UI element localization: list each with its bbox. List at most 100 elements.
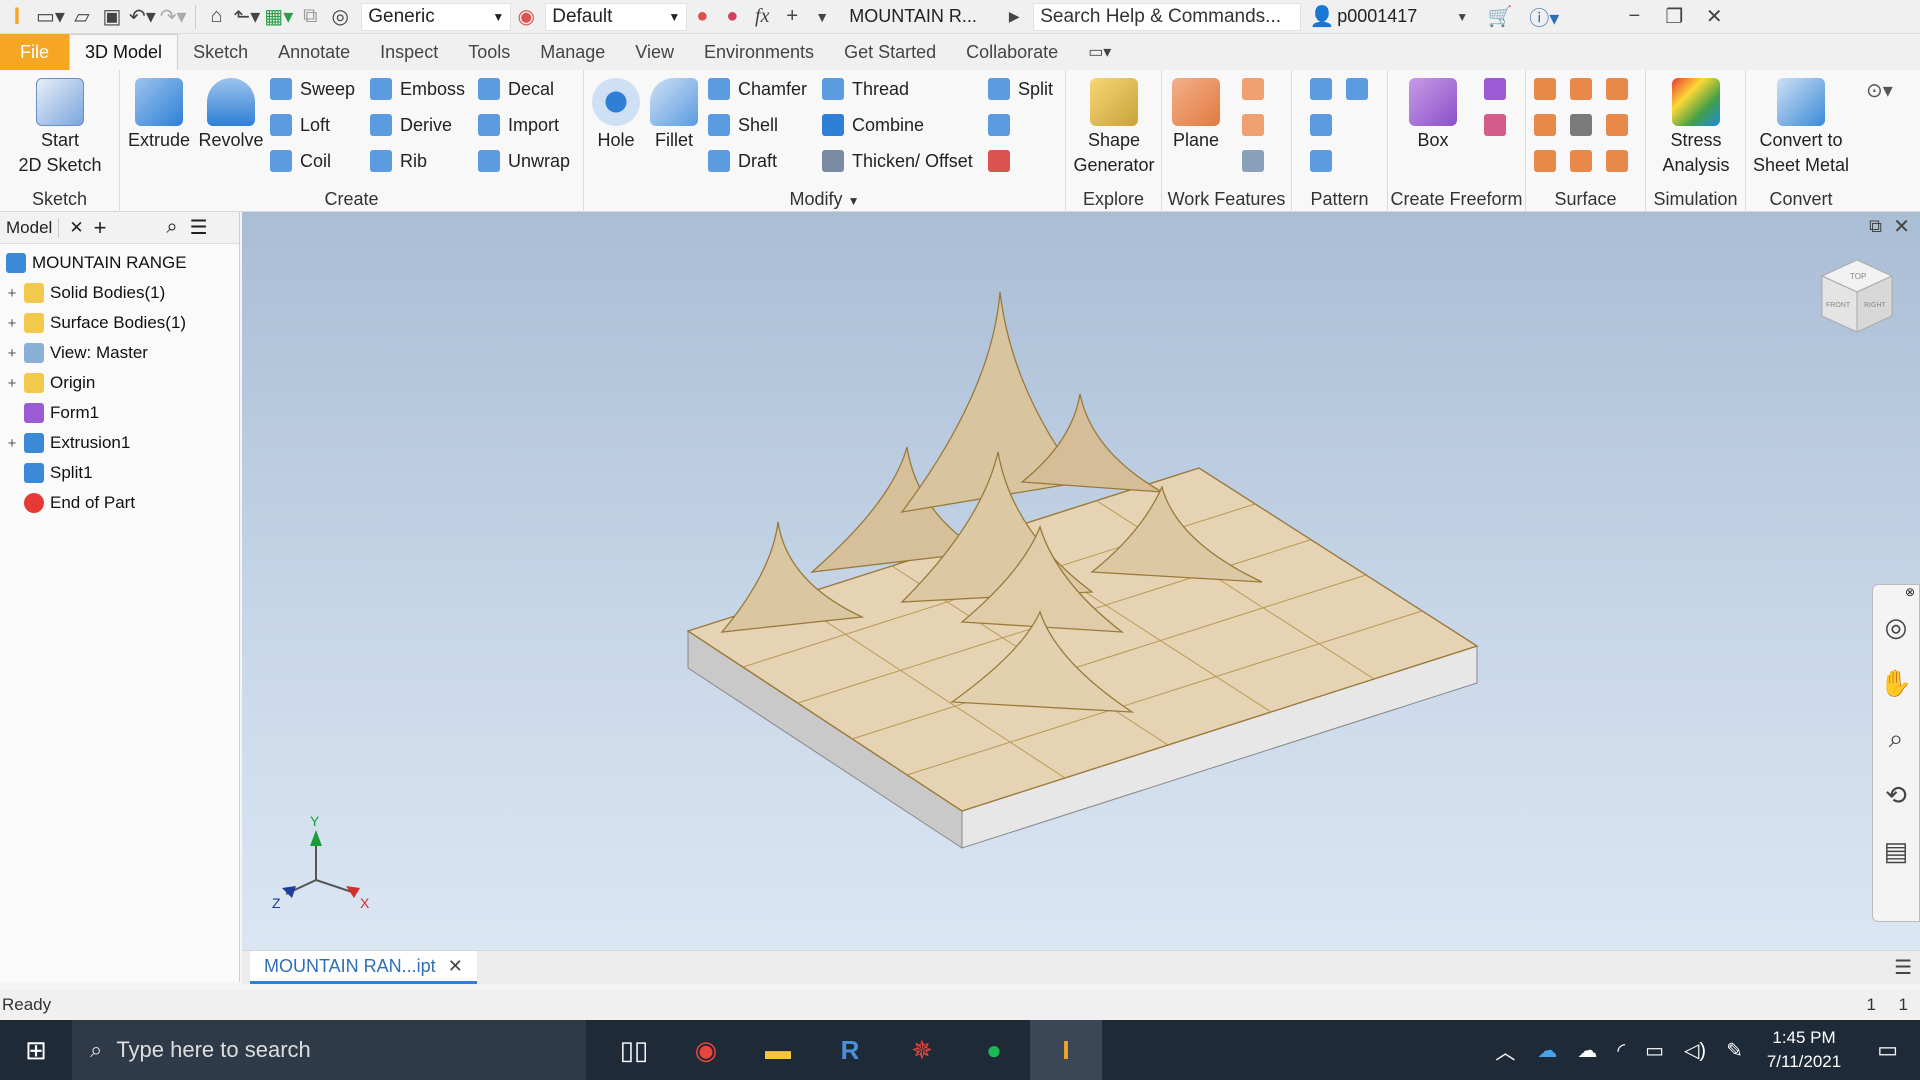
adaptive-icon[interactable]: ⧉ (297, 2, 323, 32)
browser-tab-model[interactable]: Model (0, 217, 60, 238)
search-icon[interactable]: ⌕ (166, 216, 177, 239)
tab-view[interactable]: View (620, 34, 689, 70)
tray-chevron-icon[interactable]: ︿ (1483, 1036, 1527, 1065)
combine-button[interactable]: Combine (822, 110, 924, 140)
menu-icon[interactable]: ☰ (190, 215, 208, 240)
plane-button[interactable]: Plane (1166, 74, 1226, 153)
user-name[interactable]: p0001417 (1337, 6, 1447, 27)
hole-button[interactable]: Hole (588, 74, 644, 153)
tree-node-solid-bodies[interactable]: + Solid Bodies(1) (6, 278, 165, 308)
emboss-button[interactable]: Emboss (370, 74, 465, 104)
navbar-close-icon[interactable]: ⊗ (1873, 585, 1919, 599)
thicken-offset-button[interactable]: Thicken/ Offset (822, 146, 973, 176)
freeform-face-button[interactable] (1484, 74, 1514, 104)
web-app-icon[interactable]: ✵ (886, 1020, 958, 1080)
windows-start-icon[interactable]: ⊞ (0, 1020, 72, 1080)
material-ball-icon[interactable]: ◎ (327, 2, 353, 32)
point-button[interactable] (1242, 110, 1272, 140)
shell-button[interactable]: Shell (708, 110, 778, 140)
loft-button[interactable]: Loft (270, 110, 330, 140)
battery-icon[interactable]: ▭ (1635, 1038, 1674, 1063)
split-button[interactable]: Split (988, 74, 1053, 104)
extend-button[interactable] (1606, 110, 1636, 140)
rib-button[interactable]: Rib (370, 146, 427, 176)
tab-file[interactable]: File (0, 34, 70, 70)
arrow-right-icon[interactable]: ▶ (1001, 2, 1027, 32)
volume-icon[interactable]: ◁) (1674, 1038, 1716, 1063)
close-icon[interactable]: ✕ (69, 218, 83, 238)
stitch-button[interactable] (1534, 74, 1564, 104)
pen-icon[interactable]: ✎ (1716, 1038, 1753, 1063)
user-icon[interactable]: 👤 (1309, 2, 1335, 32)
tab-annotate[interactable]: Annotate (263, 34, 365, 70)
restore-icon[interactable]: ❐ (1661, 2, 1687, 32)
wifi-icon[interactable]: ◜ (1607, 1038, 1635, 1063)
close-icon[interactable]: ✕ (1701, 2, 1727, 32)
repair-button[interactable] (1606, 146, 1636, 176)
sculpt-button[interactable] (1570, 74, 1600, 104)
start-sketch-button[interactable]: Start 2D Sketch (10, 74, 110, 178)
unwrap-button[interactable]: Unwrap (478, 146, 570, 176)
ruled-surface-button[interactable] (1534, 146, 1564, 176)
chamfer-button[interactable]: Chamfer (708, 74, 807, 104)
document-tab[interactable]: MOUNTAIN RAN...ipt ✕ (250, 951, 477, 984)
file-explorer-icon[interactable]: ▬ (742, 1020, 814, 1080)
thread-button[interactable]: Thread (822, 74, 909, 104)
chevron-down-icon[interactable]: ▼ (1449, 2, 1475, 32)
redo-icon[interactable]: ↷▾ (160, 2, 187, 32)
revit-icon[interactable]: R (814, 1020, 886, 1080)
ucs-button[interactable] (1242, 146, 1272, 176)
tab-sketch[interactable]: Sketch (178, 34, 263, 70)
clear-appearance-icon[interactable]: ● (719, 2, 745, 32)
circ-pattern-button[interactable] (1310, 110, 1340, 140)
tree-node-view-master[interactable]: + View: Master (6, 338, 148, 368)
undo-icon[interactable]: ↶▾ (129, 2, 156, 32)
coil-button[interactable]: Coil (270, 146, 331, 176)
pan-icon[interactable]: ✋ (1873, 655, 1919, 711)
expand-icon[interactable]: + (6, 375, 18, 392)
convert-sheet-metal-button[interactable]: Convert to Sheet Metal (1748, 74, 1854, 178)
direct-edit-button[interactable] (988, 110, 1018, 140)
draft-button[interactable]: Draft (708, 146, 777, 176)
viewport-restore-icon[interactable]: ⧉ (1869, 216, 1882, 237)
select-icon[interactable]: ⬑▾ (234, 2, 261, 32)
stress-analysis-button[interactable]: Stress Analysis (1650, 74, 1742, 178)
add-icon[interactable]: + (94, 215, 107, 241)
tab-tools[interactable]: Tools (453, 34, 525, 70)
replace-face-button[interactable] (1570, 146, 1600, 176)
tab-3d-model[interactable]: 3D Model (69, 34, 179, 70)
zoom-icon[interactable]: ⌕ (1873, 711, 1919, 767)
plus-icon[interactable]: + (779, 2, 805, 32)
steering-wheel-icon[interactable]: ◎ (1873, 599, 1919, 655)
expand-icon[interactable]: + (6, 345, 18, 362)
appearance-combo[interactable]: Generic ▼ (361, 2, 512, 31)
inventor-icon[interactable]: I (1030, 1020, 1102, 1080)
sweep-button[interactable]: Sweep (270, 74, 355, 104)
save-icon[interactable]: ▣ (99, 2, 125, 32)
minimize-icon[interactable]: − (1621, 2, 1647, 32)
tree-node-surface-bodies[interactable]: + Surface Bodies(1) (6, 308, 186, 338)
app-logo-icon[interactable]: I (2, 2, 32, 32)
expand-icon[interactable]: + (6, 315, 18, 332)
look-at-icon[interactable]: ▤ (1873, 823, 1919, 879)
orbit-icon[interactable]: ⟲ (1873, 767, 1919, 823)
taskbar-search[interactable]: ⌕ Type here to search (72, 1020, 586, 1080)
ribbon-options-icon[interactable]: ⊙▾ (1866, 78, 1893, 103)
spotify-icon[interactable]: ● (958, 1020, 1030, 1080)
new-file-icon[interactable]: ▭▾ (36, 2, 65, 32)
onedrive-icon[interactable]: ☁ (1527, 1038, 1567, 1063)
customize-icon[interactable]: ▼ (809, 2, 835, 32)
search-input[interactable]: Search Help & Commands... (1033, 2, 1302, 31)
task-view-icon[interactable]: ▯▯ (598, 1020, 670, 1080)
revolve-button[interactable]: Revolve (196, 74, 266, 153)
expand-icon[interactable]: + (6, 435, 18, 452)
view-cube[interactable]: TOP FRONT RIGHT (1812, 252, 1902, 342)
expand-icon[interactable]: + (6, 285, 18, 302)
delete-face-button[interactable] (988, 146, 1018, 176)
cart-icon[interactable]: 🛒 (1487, 2, 1513, 32)
tree-node-origin[interactable]: + Origin (6, 368, 95, 398)
fillet-button[interactable]: Fillet (646, 74, 702, 153)
material-combo[interactable]: Default ▼ (545, 2, 688, 31)
notification-icon[interactable]: ▭ (1855, 1037, 1920, 1063)
decal-button[interactable]: Decal (478, 74, 554, 104)
